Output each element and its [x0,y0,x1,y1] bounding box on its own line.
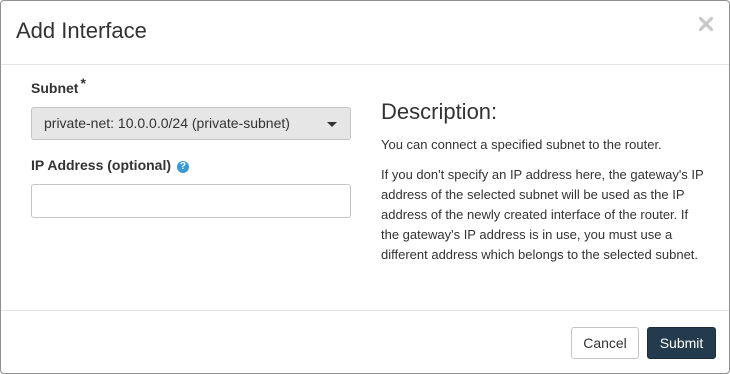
description-paragraph-1: You can connect a specified subnet to th… [381,137,662,152]
ip-address-group: IP Address (optional) ? [31,157,351,218]
form-column: Subnet * private-net: 10.0.0.0/24 (privat… [31,75,351,218]
ip-address-input[interactable] [31,184,351,218]
dialog-footer: Cancel Submit [1,311,729,373]
submit-button[interactable]: Submit [647,327,716,359]
dialog-header: Add Interface [1,1,729,65]
dialog-body: Subnet * private-net: 10.0.0.0/24 (privat… [1,65,729,311]
subnet-label: Subnet * [31,75,351,100]
description-column: Description: You can connect a specified… [381,99,706,265]
cancel-button[interactable]: Cancel [571,327,639,359]
ip-address-label-text: IP Address (optional) [31,157,172,173]
add-interface-dialog: Add Interface Subnet * private-net: 10.0.… [0,0,730,374]
required-marker: * [80,75,86,91]
subnet-label-text: Subnet [31,80,79,96]
close-icon [698,16,714,31]
ip-address-label: IP Address (optional) ? [31,157,351,177]
subnet-select-value: private-net: 10.0.0.0/24 (private-subnet… [44,115,290,131]
dialog-title: Add Interface [16,18,147,43]
subnet-select[interactable]: private-net: 10.0.0.0/24 (private-subnet… [31,107,351,140]
description-title: Description: [381,99,498,124]
help-icon[interactable]: ? [176,161,189,173]
description-paragraph-2: If you don't specify an IP address here,… [381,167,704,262]
chevron-down-icon [327,122,337,127]
close-button[interactable] [696,13,716,37]
